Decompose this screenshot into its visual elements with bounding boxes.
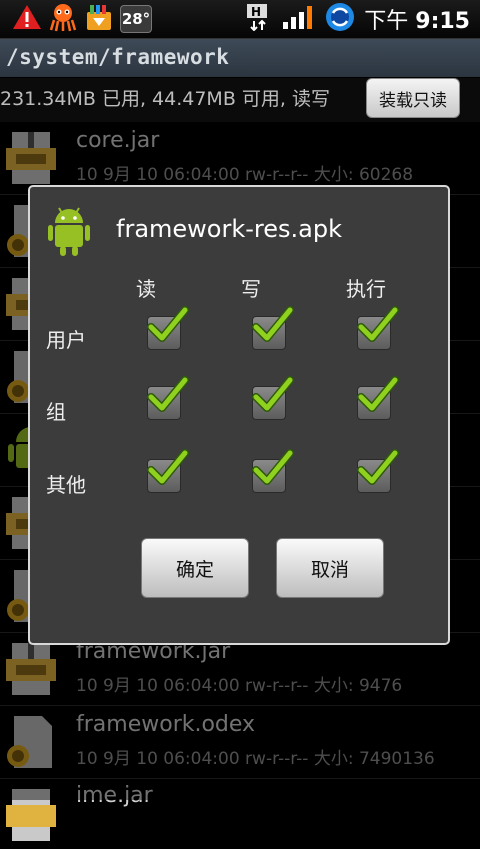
row-user: 用户: [46, 328, 86, 352]
checkbox-other-execute[interactable]: [357, 449, 399, 493]
mount-readonly-button[interactable]: 装载只读: [366, 78, 460, 118]
column-execute: 执行: [346, 277, 386, 301]
checkmark-icon: [357, 449, 399, 485]
time-value: 9:15: [415, 9, 470, 34]
checkbox-group-write[interactable]: [252, 376, 294, 420]
hspa-icon: H: [246, 3, 274, 35]
current-path: /system/framework: [6, 45, 230, 69]
notification-icons: 28°: [12, 4, 152, 34]
android-icon: [46, 203, 92, 257]
checkbox-group-execute[interactable]: [357, 376, 399, 420]
path-bar[interactable]: /system/framework: [0, 39, 480, 77]
column-write: 写: [241, 277, 261, 301]
storage-summary: 231.34MB 已用, 44.47MB 可用, 读写: [0, 88, 330, 110]
time-prefix: 下午: [364, 9, 409, 34]
store-icon: [84, 2, 114, 36]
checkmark-icon: [147, 376, 189, 412]
checkbox-user-read[interactable]: [147, 306, 189, 350]
dialog-title: framework-res.apk: [116, 215, 342, 243]
row-other: 其他: [46, 473, 86, 497]
checkbox-user-execute[interactable]: [357, 306, 399, 350]
ok-button[interactable]: 确定: [141, 538, 249, 598]
checkbox-group-read[interactable]: [147, 376, 189, 420]
checkbox-other-write[interactable]: [252, 449, 294, 493]
status-bar: 28° H 下午 9:15: [0, 0, 480, 39]
cancel-button[interactable]: 取消: [276, 538, 384, 598]
octopus-icon: [48, 2, 78, 36]
checkmark-icon: [252, 376, 294, 412]
signal-icon: [282, 4, 316, 34]
permissions-dialog: framework-res.apk 读 写 执行 用户 组 其他 确定 取消: [28, 185, 450, 645]
sync-icon: [324, 1, 356, 37]
clock: 下午 9:15: [364, 3, 470, 35]
checkmark-icon: [147, 449, 189, 485]
checkmark-icon: [252, 449, 294, 485]
column-read: 读: [136, 277, 156, 301]
row-group: 组: [46, 400, 66, 424]
checkbox-other-read[interactable]: [147, 449, 189, 493]
checkbox-user-write[interactable]: [252, 306, 294, 350]
checkmark-icon: [357, 376, 399, 412]
checkmark-icon: [147, 306, 189, 342]
storage-row: 231.34MB 已用, 44.47MB 可用, 读写 装载只读: [0, 78, 480, 122]
checkmark-icon: [357, 306, 399, 342]
svg-text:H: H: [251, 5, 261, 19]
system-icons: H 下午 9:15: [246, 1, 470, 37]
warning-icon: [12, 3, 42, 35]
checkmark-icon: [252, 306, 294, 342]
temperature-icon: 28°: [120, 5, 152, 33]
